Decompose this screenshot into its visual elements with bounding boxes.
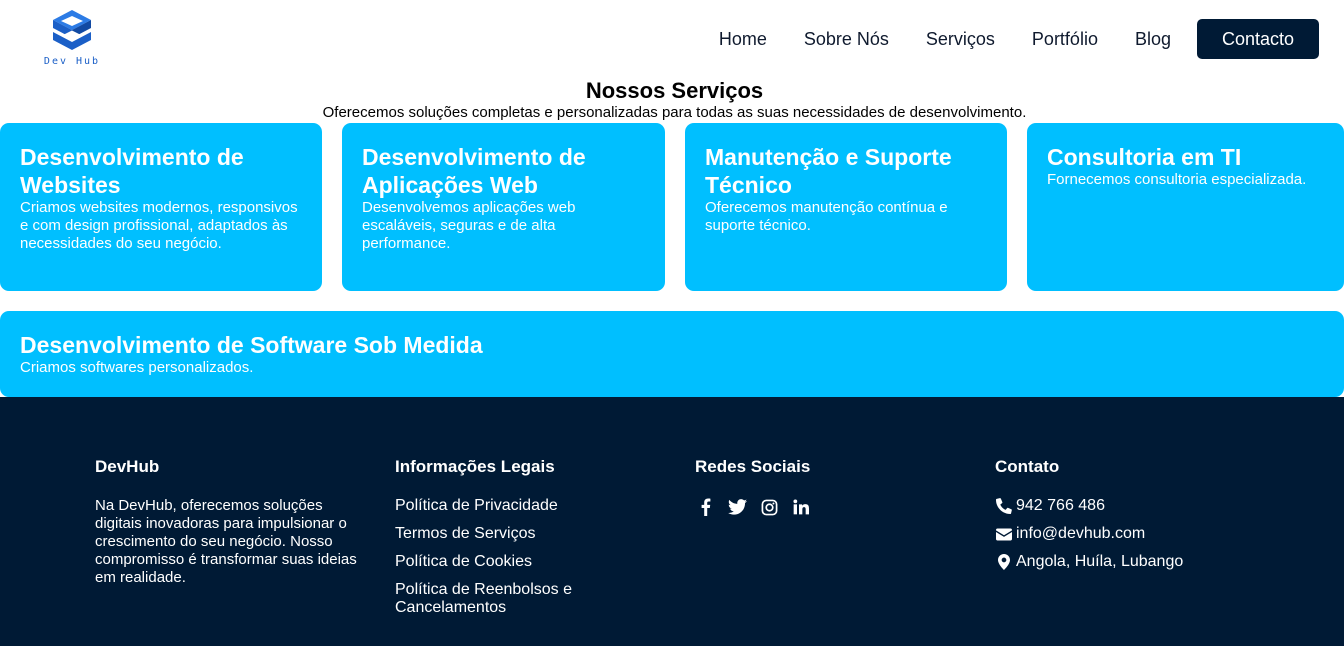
service-card-text: Oferecemos manutenção contínua e suporte…	[705, 199, 948, 234]
service-card-text: Desenvolvemos aplicações web escaláveis,…	[362, 199, 576, 252]
contact-location-text: Angola, Huíla, Lubango	[1016, 553, 1184, 570]
footer-contact-title: Contato	[995, 457, 1060, 476]
instagram-icon[interactable]	[759, 497, 779, 517]
footer-about: DevHub Na DevHub, oferecemos soluções di…	[95, 457, 360, 587]
service-card-title: Desenvolvimento de Aplicações Web	[362, 144, 586, 198]
cookie-policy-link[interactable]: Política de Cookies	[395, 553, 615, 571]
site-footer: DevHub Na DevHub, oferecemos soluções di…	[0, 397, 1344, 646]
service-card-text: Criamos softwares personalizados.	[20, 359, 254, 376]
contact-email-text: info@devhub.com	[1016, 525, 1146, 542]
twitter-icon[interactable]	[727, 497, 747, 517]
contact-phone-text: 942 766 486	[1016, 497, 1105, 514]
service-card-web-apps: Desenvolvimento de Aplicações Web Desenv…	[342, 123, 665, 291]
facebook-icon[interactable]	[695, 497, 715, 517]
linkedin-icon[interactable]	[791, 497, 811, 517]
phone-icon	[995, 498, 1013, 514]
footer-social-title: Redes Sociais	[695, 457, 811, 476]
main-nav: Home Sobre Nós Serviços Portfólio Blog C…	[719, 19, 1319, 59]
footer-legal-title: Informações Legais	[395, 457, 555, 476]
service-card-title: Desenvolvimento de Software Sob Medida	[20, 332, 483, 358]
service-card-title: Consultoria em TI	[1047, 144, 1242, 170]
footer-social: Redes Sociais	[695, 457, 915, 517]
service-card-title: Manutenção e Suporte Técnico	[705, 144, 952, 198]
nav-home[interactable]: Home	[719, 29, 767, 50]
service-card-text: Criamos websites modernos, responsivos e…	[20, 199, 298, 252]
footer-legal: Informações Legais Política de Privacida…	[395, 457, 615, 627]
contact-email[interactable]: info@devhub.com	[995, 525, 1255, 543]
nav-blog[interactable]: Blog	[1135, 29, 1171, 50]
site-header: Dev Hub Home Sobre Nós Serviços Portfóli…	[0, 0, 1344, 80]
service-card-consulting: Consultoria em TI Fornecemos consultoria…	[1027, 123, 1344, 291]
service-card-websites: Desenvolvimento de Websites Criamos webs…	[0, 123, 322, 291]
envelope-icon	[995, 526, 1013, 542]
refund-policy-link[interactable]: Política de Reenbolsos e Cancelamentos	[395, 581, 615, 617]
devhub-logo-icon	[53, 10, 91, 50]
terms-of-service-link[interactable]: Termos de Serviços	[395, 525, 615, 543]
footer-about-title: DevHub	[95, 457, 160, 476]
footer-about-text: Na DevHub, oferecemos soluções digitais …	[95, 497, 357, 586]
contact-location: Angola, Huíla, Lubango	[995, 553, 1255, 571]
service-card-custom-software: Desenvolvimento de Software Sob Medida C…	[0, 311, 1344, 397]
service-card-maintenance: Manutenção e Suporte Técnico Oferecemos …	[685, 123, 1007, 291]
map-marker-icon	[995, 554, 1013, 570]
privacy-policy-link[interactable]: Política de Privacidade	[395, 497, 615, 515]
logo-text: Dev Hub	[43, 56, 101, 67]
social-links	[695, 497, 915, 517]
service-card-text: Fornecemos consultoria especializada.	[1047, 171, 1307, 188]
services-title: Nossos Serviços	[585, 78, 764, 103]
nav-portfolio[interactable]: Portfólio	[1032, 29, 1098, 50]
contact-button[interactable]: Contacto	[1197, 19, 1319, 59]
contact-phone[interactable]: 942 766 486	[995, 497, 1255, 515]
footer-contact: Contato 942 766 486 info@devhub.com Ango…	[995, 457, 1255, 581]
service-card-title: Desenvolvimento de Websites	[20, 144, 244, 198]
nav-sobre-nos[interactable]: Sobre Nós	[804, 29, 889, 50]
logo[interactable]: Dev Hub	[40, 8, 104, 72]
nav-servicos[interactable]: Serviços	[926, 29, 995, 50]
services-subtitle: Oferecemos soluções completas e personal…	[322, 104, 1027, 121]
